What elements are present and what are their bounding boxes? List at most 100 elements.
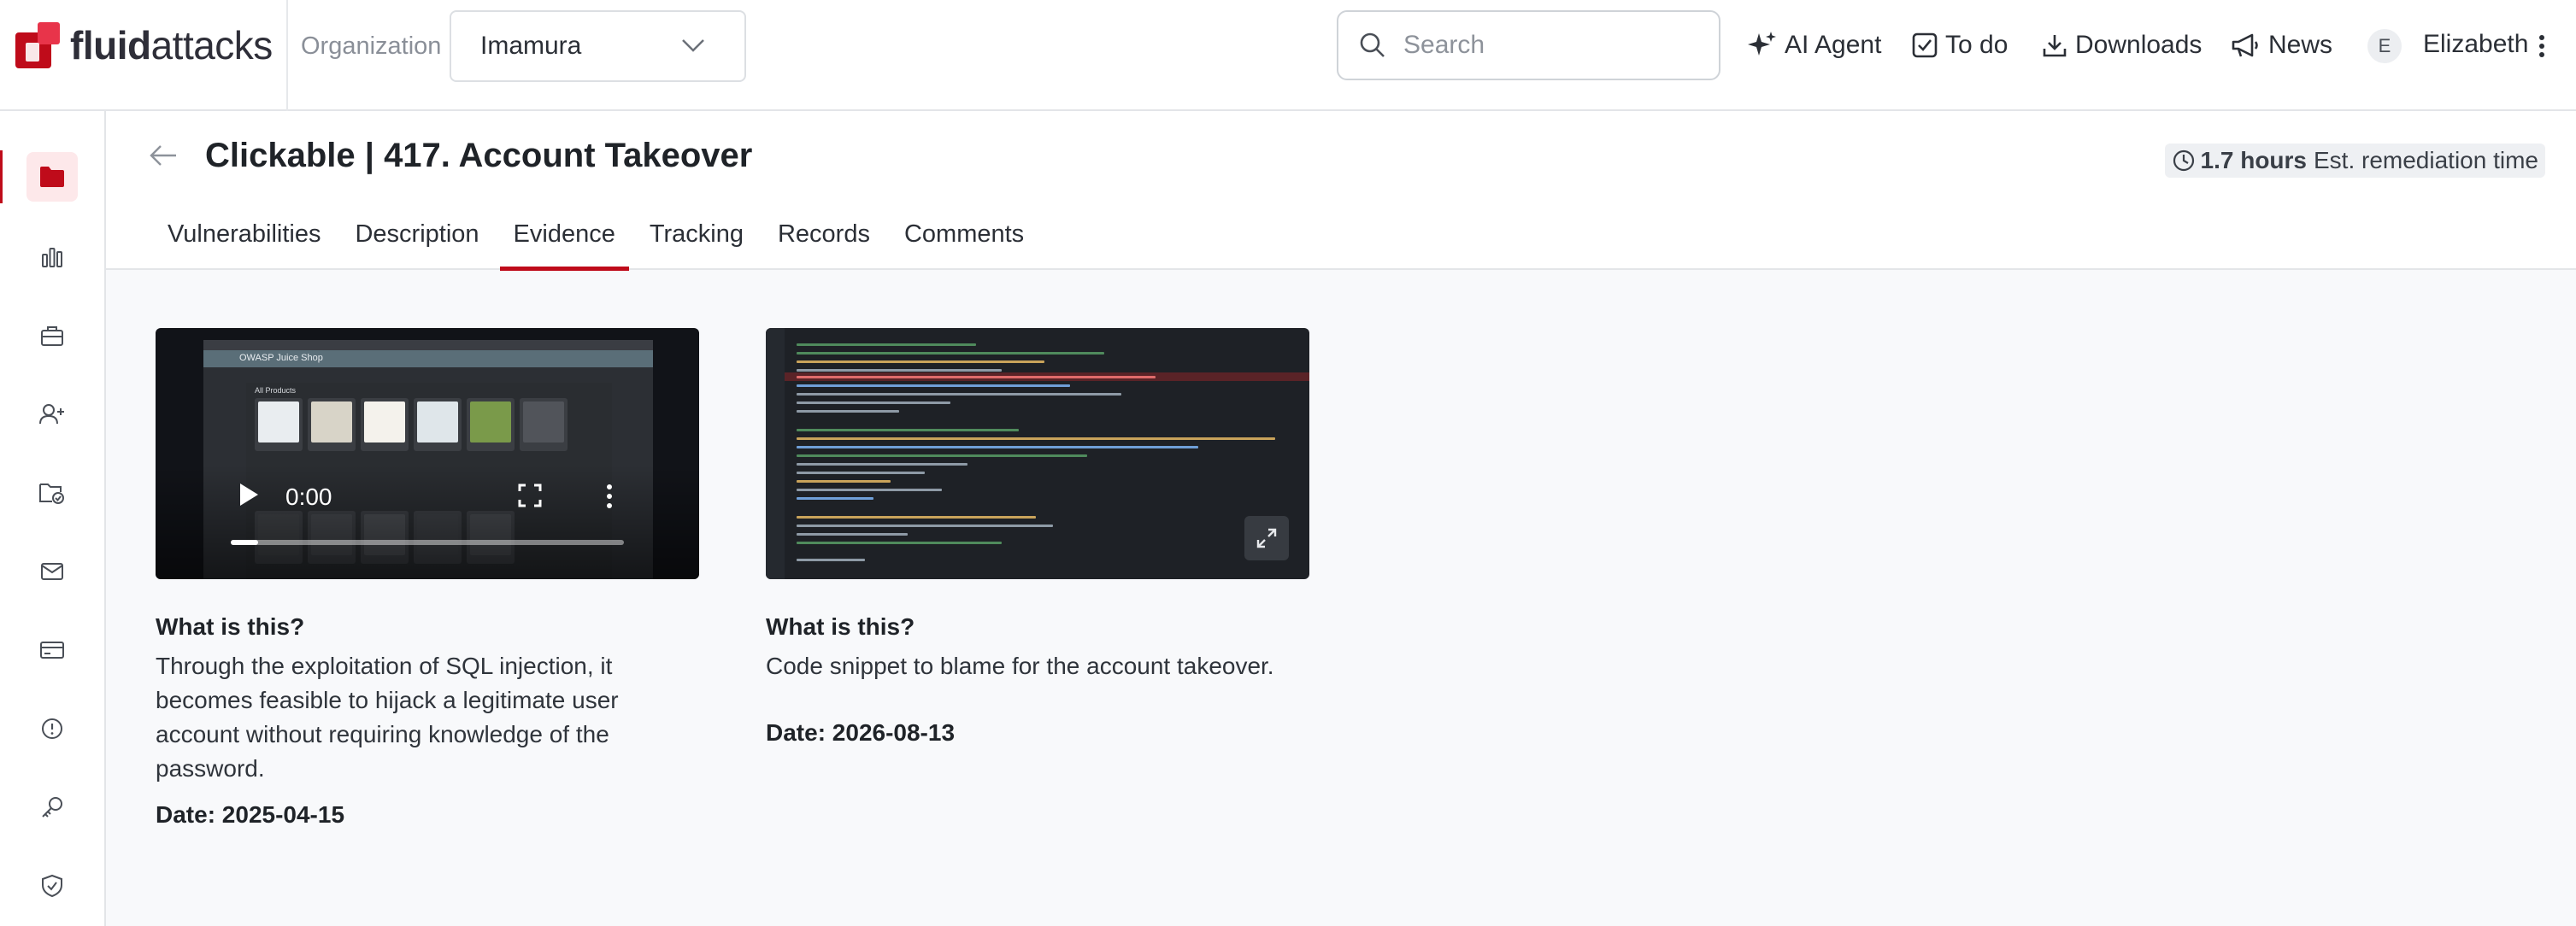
video-product [414, 398, 462, 451]
code-line [797, 429, 1019, 431]
finding-tabs: Vulnerabilities Description Evidence Tra… [154, 212, 1044, 271]
downloads-label: Downloads [2075, 31, 2203, 59]
sidebar-item-credentials[interactable] [0, 781, 104, 834]
sidebar [0, 111, 106, 926]
organization-value: Imamura [480, 32, 582, 60]
code-line [797, 384, 1070, 387]
code-line [797, 369, 1002, 372]
remediation-value: 1.7 hours [2200, 147, 2307, 173]
sidebar-item-compliance[interactable] [0, 466, 104, 519]
todo-label: To do [1945, 31, 2008, 59]
search-icon [1360, 32, 1385, 57]
evidence-date: Date: 2025-04-15 [156, 801, 345, 828]
download-icon [2043, 35, 2067, 57]
organization-select[interactable]: Imamura [450, 10, 746, 82]
code-line [797, 533, 908, 536]
code-line [797, 360, 1044, 363]
sidebar-item-alerts[interactable] [0, 702, 104, 755]
news-label: News [2268, 31, 2333, 59]
remediation-time-badge: 1.7 hours Est. remediation time [2164, 144, 2545, 178]
evidence-card: OWASP Juice Shop All Products 0:00 What … [156, 328, 699, 829]
video-progress-bar[interactable] [231, 540, 624, 545]
organization-label: Organization [301, 32, 442, 60]
evidence-description: Code snippet to blame for the account ta… [766, 653, 1274, 679]
code-line [797, 525, 1053, 527]
code-line [797, 393, 1121, 396]
video-shop-heading: All Products [255, 386, 297, 395]
remediation-label: Est. remediation time [2314, 147, 2538, 173]
shield-check-icon [42, 874, 62, 898]
evidence-image-code-snippet[interactable] [766, 328, 1309, 579]
brand-logo[interactable]: fluidattacks [14, 21, 273, 70]
evidence-video-player[interactable]: OWASP Juice Shop All Products 0:00 [156, 328, 699, 579]
video-product [467, 398, 515, 451]
header-divider [286, 0, 288, 111]
video-app-title: OWASP Juice Shop [239, 353, 323, 363]
sidebar-item-groups[interactable] [0, 150, 104, 203]
tab-tracking[interactable]: Tracking [636, 212, 757, 270]
code-line [797, 454, 1087, 457]
avatar[interactable]: E [2367, 29, 2402, 63]
sparkles-icon [1748, 32, 1776, 56]
play-icon[interactable] [238, 482, 260, 507]
sidebar-item-analytics[interactable] [0, 231, 104, 284]
tab-description[interactable]: Description [341, 212, 492, 270]
key-icon [42, 797, 62, 818]
code-line [797, 437, 1275, 440]
evidence-question: What is this? [766, 613, 915, 640]
folder-check-icon [39, 484, 64, 504]
video-current-time: 0:00 [285, 484, 332, 510]
evidence-question: What is this? [156, 613, 305, 640]
arrow-left-icon[interactable] [149, 144, 178, 167]
search-input[interactable] [1403, 31, 1694, 60]
fullscreen-icon[interactable] [518, 484, 542, 507]
folder-icon [40, 167, 64, 187]
top-bar: fluidattacks Organization Imamura AI Age… [0, 0, 2576, 111]
video-product [308, 398, 356, 451]
code-line [797, 410, 899, 413]
megaphone-icon [2232, 33, 2258, 57]
code-line [797, 516, 1036, 519]
video-product [520, 398, 568, 451]
todo-button[interactable]: To do [1911, 26, 2008, 65]
search-box[interactable] [1337, 10, 1720, 80]
add-user-icon [39, 404, 64, 425]
video-product [255, 398, 303, 451]
sidebar-item-billing[interactable] [0, 624, 104, 677]
expand-icon [1256, 528, 1277, 548]
expand-image-button[interactable] [1244, 516, 1289, 560]
video-app-navbar: OWASP Juice Shop [203, 350, 653, 367]
code-line [797, 463, 967, 466]
page-title: Clickable | 417. Account Takeover [205, 137, 753, 174]
alert-circle-icon [42, 718, 62, 739]
news-button[interactable]: News [2231, 26, 2332, 65]
user-name[interactable]: Elizabeth [2423, 30, 2528, 59]
ai-agent-label: AI Agent [1785, 31, 1882, 59]
tab-records[interactable]: Records [764, 212, 884, 270]
ai-agent-button[interactable]: AI Agent [1747, 26, 1881, 65]
code-line [797, 559, 865, 561]
code-line [797, 343, 976, 346]
video-product [361, 398, 409, 451]
code-line [797, 542, 1002, 544]
code-line [797, 472, 925, 474]
code-line [797, 401, 950, 404]
evidence-card: What is this? Code snippet to blame for … [766, 328, 1309, 747]
code-line [797, 376, 1156, 378]
more-vertical-icon[interactable] [605, 484, 614, 509]
more-vertical-icon[interactable] [2537, 34, 2547, 58]
sidebar-item-security[interactable] [0, 859, 104, 912]
code-line [797, 352, 1104, 355]
tab-comments[interactable]: Comments [891, 212, 1038, 270]
sidebar-item-members[interactable] [0, 388, 104, 441]
downloads-button[interactable]: Downloads [2041, 26, 2202, 65]
evidence-description: Through the exploitation of SQL injectio… [156, 653, 619, 782]
chevron-down-icon [682, 39, 704, 52]
tab-vulnerabilities[interactable]: Vulnerabilities [154, 212, 334, 270]
evidence-date: Date: 2026-08-13 [766, 719, 956, 746]
sidebar-item-portfolio[interactable] [0, 309, 104, 362]
logo-mark-icon [14, 21, 63, 70]
code-line [797, 480, 891, 483]
sidebar-item-mail[interactable] [0, 545, 104, 598]
tab-evidence[interactable]: Evidence [499, 212, 630, 271]
